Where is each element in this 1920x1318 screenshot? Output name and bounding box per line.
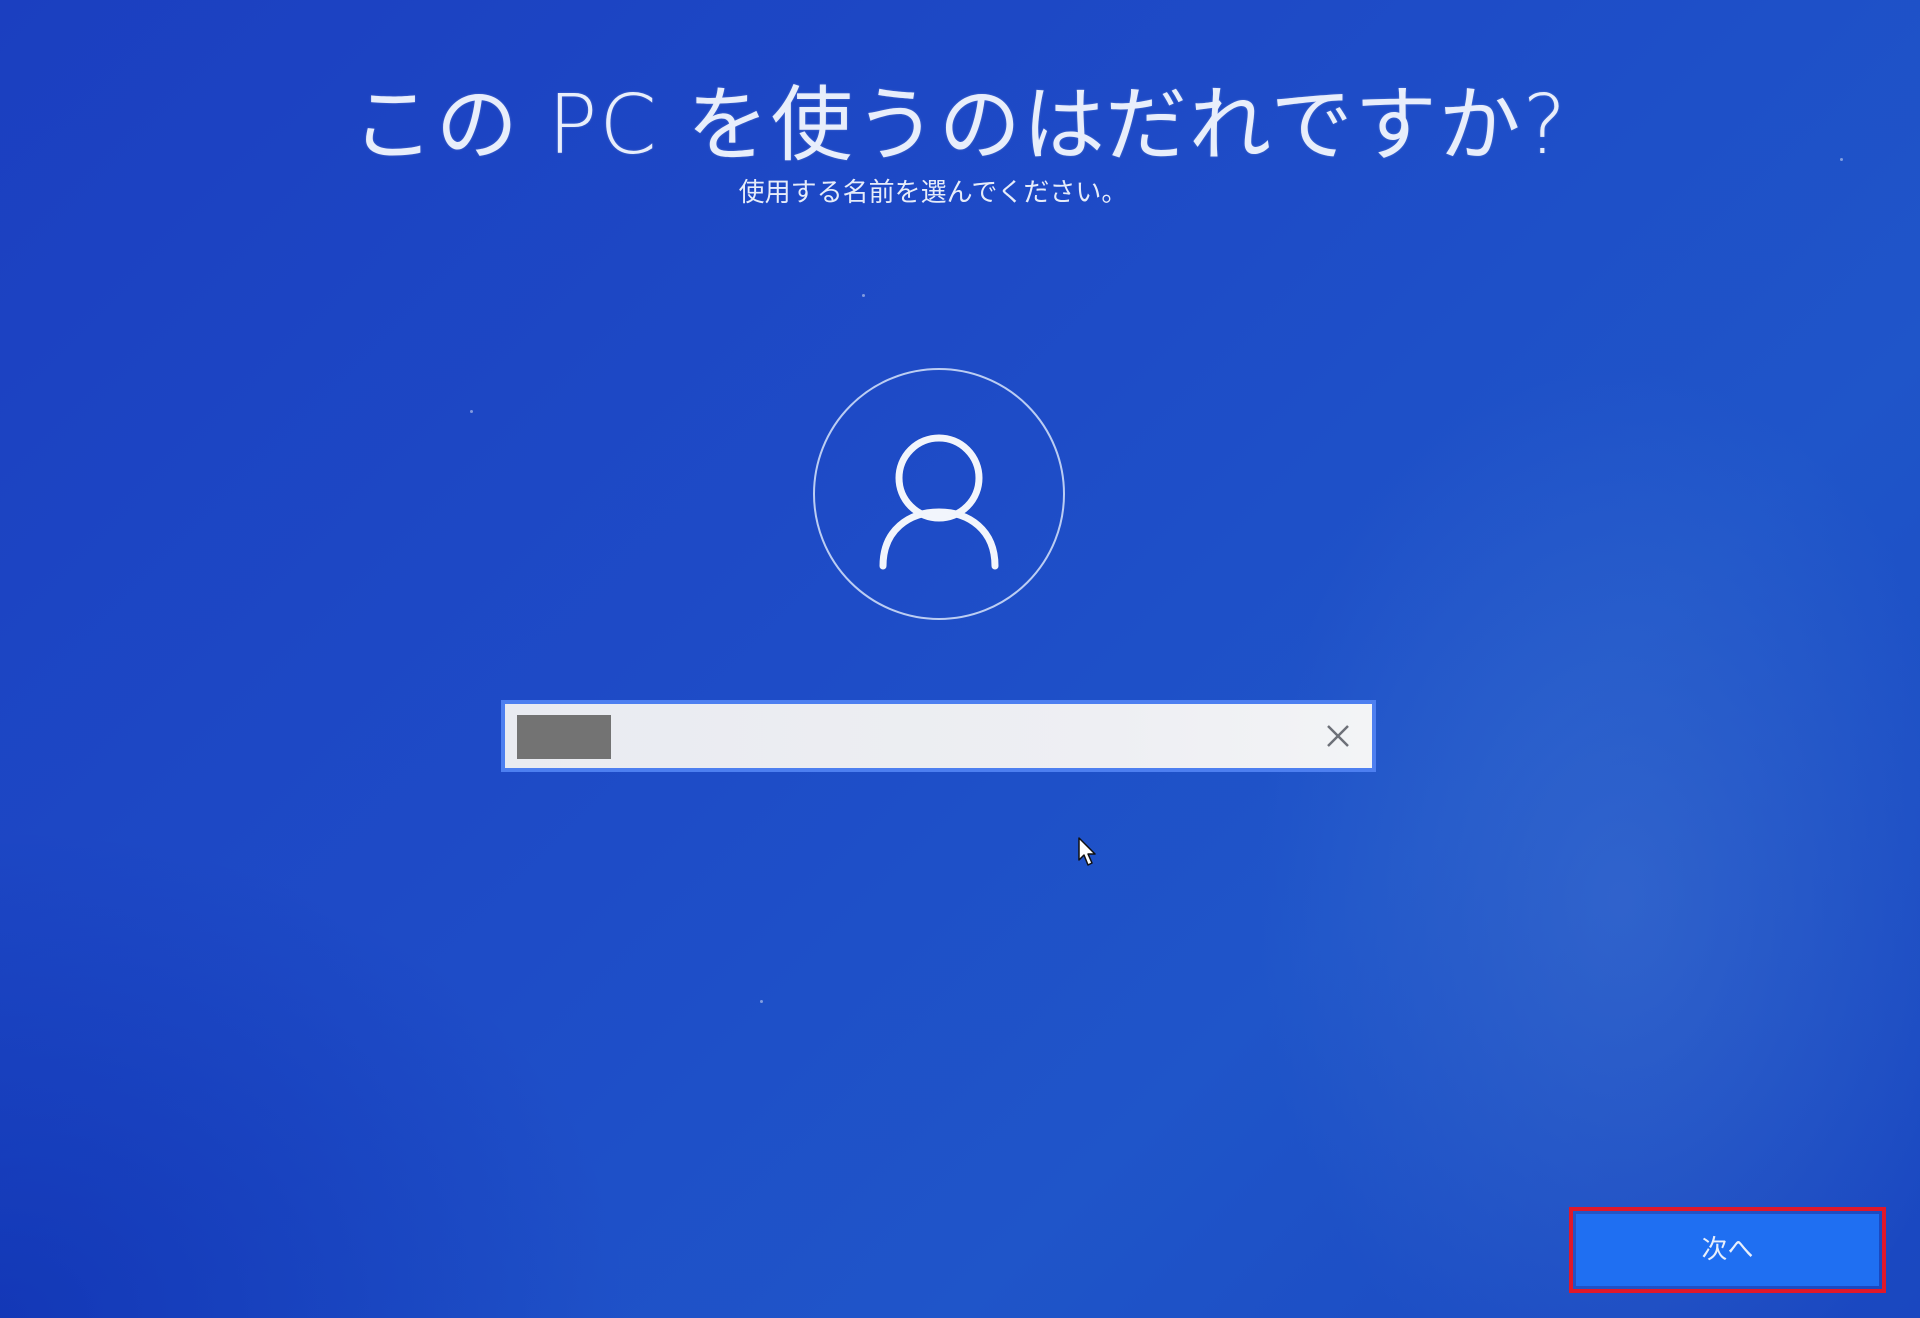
close-icon	[1327, 725, 1349, 747]
user-name-field[interactable]	[501, 700, 1376, 772]
user-name-input[interactable]	[625, 712, 1269, 762]
redacted-name-value	[517, 715, 611, 759]
clear-button[interactable]	[1320, 718, 1356, 754]
dust-speck	[760, 1000, 763, 1003]
next-button[interactable]: 次へ	[1576, 1214, 1879, 1286]
dust-speck	[862, 294, 865, 297]
oobe-screen: この PC を使うのはだれですか? 使用する名前を選んでください。 次へ	[0, 0, 1920, 1318]
mouse-cursor-icon	[1078, 837, 1096, 866]
page-title: この PC を使うのはだれですか?	[351, 78, 1569, 173]
dust-speck	[1840, 158, 1843, 161]
dust-speck	[470, 410, 473, 413]
user-avatar	[813, 368, 1065, 620]
page-subtitle: 使用する名前を選んでください。	[738, 178, 1128, 208]
user-icon	[879, 434, 999, 570]
